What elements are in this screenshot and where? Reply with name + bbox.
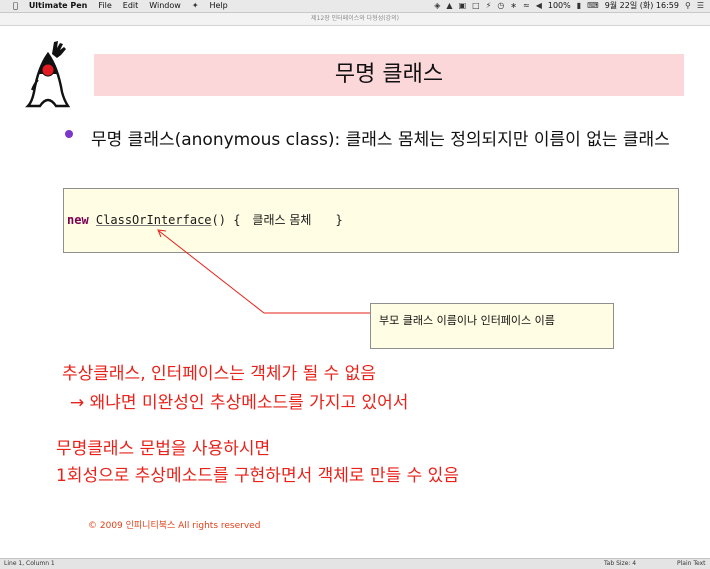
slide-title-band: 무명 클래스 [94, 54, 684, 96]
note-syntax-line: 무명클래스 문법을 사용하시면 [56, 439, 271, 459]
menu-help[interactable]: Help [210, 0, 228, 12]
note-onetime-line: 1회성으로 추상메소드를 구현하면서 객체로 만들 수 있음 [56, 466, 459, 486]
copyright-text: © 2009 인피니티북스 All rights reserved [88, 521, 261, 531]
callout-text: 부모 클래스 이름이나 인터페이스 이름 [379, 314, 555, 327]
slide-title: 무명 클래스 [334, 62, 444, 87]
app-name-menu[interactable]: Ultimate Pen [29, 0, 88, 12]
callout-box: 부모 클래스 이름이나 인터페이스 이름 [370, 303, 614, 349]
apple-icon[interactable]:  [13, 0, 18, 12]
volume-icon[interactable]: ◀ [536, 0, 542, 12]
search-icon[interactable]: ⚲ [685, 0, 691, 12]
code-close-brace: } [335, 213, 343, 227]
keyboard-icon[interactable]: ⌨ [587, 0, 599, 12]
note-abstract-line: 추상클래스, 인터페이스는 객체가 될 수 없음 [62, 364, 376, 384]
menu-file[interactable]: File [98, 0, 111, 12]
menu-window[interactable]: Window [149, 0, 181, 12]
clock[interactable]: 9월 22일 (화) 16:59 [605, 0, 679, 12]
battery-icon[interactable]: ▮ [577, 0, 581, 12]
dropbox-icon[interactable]: ◈ [434, 0, 440, 12]
status-bar: Line 1, Column 1 Tab Size: 4 Plain Text [0, 558, 710, 569]
duke-mascot-icon [25, 41, 71, 108]
lightning-icon[interactable]: ⚡ [486, 0, 492, 12]
definition-text: 무명 클래스(anonymous class): 클래스 몸체는 정의되지만 이… [91, 130, 670, 150]
code-example: new ClassOrInterface() { 클래스 몸체} [67, 212, 343, 228]
battery-percent[interactable]: 100% [548, 0, 571, 12]
clipboard-icon[interactable]: ▣ [459, 0, 467, 12]
code-open-brace: () { [211, 213, 241, 227]
menu-list-icon[interactable]: ☰ [697, 0, 704, 12]
code-keyword: new [67, 213, 89, 227]
wifi-icon[interactable]: ≈ [523, 0, 530, 12]
note-reason-line: → 왜냐면 미완성인 추상메소드를 가지고 있어서 [70, 393, 409, 413]
app-status-icon[interactable]: ▲ [446, 0, 452, 12]
timemachine-icon[interactable]: ◷ [497, 0, 504, 12]
bluetooth-icon[interactable]: ∗ [510, 0, 517, 12]
bullet-point-icon [65, 130, 73, 138]
script-icon[interactable]: ✦ [192, 0, 199, 12]
window-title: 제12장 인터페이스와 다형성(강의) [0, 13, 710, 26]
square-icon[interactable]: □ [472, 0, 480, 12]
menu-edit[interactable]: Edit [123, 0, 139, 12]
code-class-name: ClassOrInterface [95, 213, 212, 227]
code-body-label: 클래스 몸체 [252, 213, 312, 227]
slide: 무명 클래스 무명 클래스(anonymous class): 클래스 몸체는 … [0, 26, 710, 558]
menu-bar:  Ultimate Pen File Edit Window ✦ Help ◈… [0, 0, 710, 13]
